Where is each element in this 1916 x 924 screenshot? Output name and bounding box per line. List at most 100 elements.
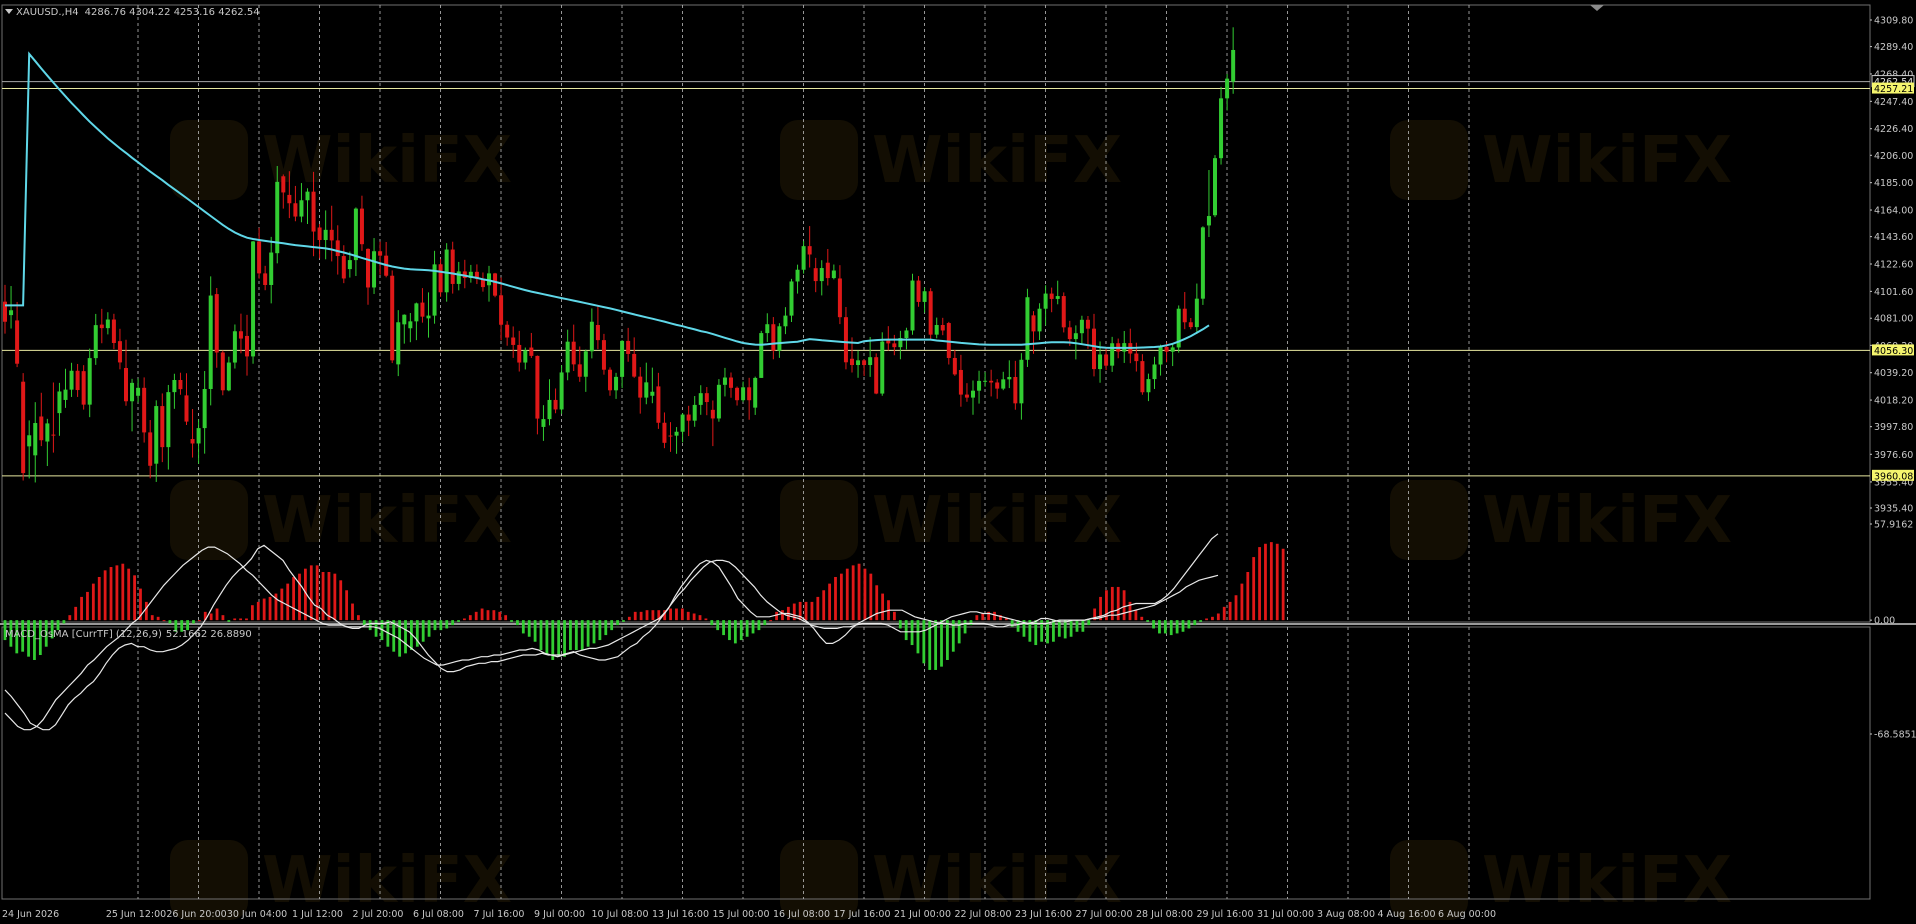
candle-body bbox=[686, 414, 691, 421]
candle-body bbox=[874, 357, 879, 394]
candle-body bbox=[287, 194, 292, 204]
candle-body bbox=[220, 352, 225, 391]
histogram-bar bbox=[710, 620, 714, 626]
candle-body bbox=[305, 191, 310, 201]
histogram-bar bbox=[133, 575, 136, 621]
candle-body bbox=[559, 372, 564, 410]
time-tick-label: 27 Jul 00:00 bbox=[1076, 909, 1133, 920]
candle-body bbox=[148, 432, 153, 466]
macd-tick-label: -68.5851 bbox=[1874, 730, 1916, 741]
histogram-bar bbox=[1258, 547, 1261, 621]
watermark-icon bbox=[170, 840, 248, 920]
histogram-bar bbox=[86, 591, 89, 621]
candle-body bbox=[347, 260, 352, 270]
candle-body bbox=[608, 369, 612, 391]
histogram-bar bbox=[857, 563, 861, 621]
candle-body bbox=[75, 370, 80, 391]
histogram-bar bbox=[368, 620, 372, 631]
histogram-bar bbox=[728, 620, 731, 641]
watermark-logo: WikiFX bbox=[1390, 120, 1732, 200]
histogram-bar bbox=[963, 620, 967, 634]
time-tick-label: 23 Jul 16:00 bbox=[1015, 909, 1072, 920]
histogram-bar bbox=[1216, 613, 1220, 621]
watermark-text: WikiFX bbox=[262, 124, 512, 198]
histogram-bar bbox=[504, 615, 508, 621]
candle-body bbox=[825, 262, 830, 279]
candle-body bbox=[372, 251, 377, 288]
watermark-text: WikiFX bbox=[1482, 484, 1732, 558]
histogram-bar bbox=[822, 590, 826, 621]
histogram-bar bbox=[892, 611, 896, 621]
histogram-bar bbox=[1269, 542, 1273, 621]
histogram-bar bbox=[292, 576, 296, 621]
price-tick-label: 4247.40 bbox=[1874, 97, 1913, 108]
indicator-label: MACD_OsMA [CurrTF] (12,26,9) 52.1662 26.8… bbox=[5, 629, 252, 640]
histogram-bar bbox=[1146, 620, 1150, 622]
candle-body bbox=[910, 280, 915, 331]
histogram-bar bbox=[516, 620, 519, 626]
candle-body bbox=[704, 393, 709, 403]
histogram-bar bbox=[351, 603, 354, 621]
candle-body bbox=[517, 344, 522, 363]
histogram-bar bbox=[427, 620, 431, 637]
watermark-icon bbox=[1390, 120, 1468, 200]
histogram-bar bbox=[1158, 620, 1161, 634]
candle-body bbox=[1079, 319, 1084, 334]
candle-body bbox=[1098, 354, 1103, 370]
watermark-logo: WikiFX bbox=[170, 120, 512, 200]
histogram-bar bbox=[1169, 620, 1173, 636]
candle-body bbox=[789, 281, 794, 316]
histogram-bar bbox=[1240, 583, 1244, 621]
candle-body bbox=[1200, 227, 1205, 299]
candle-body bbox=[650, 391, 655, 396]
candle-body bbox=[1170, 347, 1175, 352]
histogram-bar bbox=[675, 608, 678, 621]
histogram-bar bbox=[298, 573, 301, 621]
time-tick-label: 1 Jul 12:00 bbox=[292, 909, 343, 920]
histogram-bar bbox=[404, 620, 407, 654]
histogram-bar bbox=[1016, 620, 1020, 632]
histogram-bar bbox=[262, 598, 266, 621]
candle-body bbox=[916, 280, 921, 302]
histogram-bar bbox=[716, 620, 720, 631]
time-tick-label: 16 Jul 08:00 bbox=[773, 909, 830, 920]
candle-body bbox=[1194, 298, 1199, 328]
price-tick-label: 4039.20 bbox=[1874, 368, 1913, 379]
candle-body bbox=[117, 341, 122, 363]
candle-body bbox=[208, 295, 213, 389]
histogram-bar bbox=[904, 620, 908, 641]
candle-body bbox=[1025, 297, 1030, 360]
candle-body bbox=[964, 394, 969, 398]
candle-body bbox=[856, 360, 861, 366]
histogram-bar bbox=[315, 565, 319, 621]
candle-body bbox=[795, 269, 800, 282]
candle-body bbox=[958, 369, 963, 395]
histogram-bar bbox=[781, 610, 784, 621]
histogram-bar bbox=[639, 611, 643, 621]
trading-chart[interactable]: WikiFX WikiFX WikiFX WikiFX WikiFX WikiFX Wiki… bbox=[0, 0, 1916, 924]
price-tag-text: 3960.08 bbox=[1874, 471, 1913, 482]
histogram-bar bbox=[256, 601, 260, 621]
candle-body bbox=[716, 384, 721, 419]
candle-body bbox=[668, 435, 673, 437]
histogram-bar bbox=[1010, 620, 1014, 627]
histogram-bar bbox=[1211, 616, 1214, 621]
histogram-bar bbox=[851, 565, 855, 621]
histogram-bar bbox=[286, 583, 290, 621]
time-axis[interactable]: 24 Jun 2026 25 Jun 12:00 26 Jun 20:00 30 Ju… bbox=[2, 909, 1496, 920]
price-tag: 3960.08 bbox=[1872, 469, 1914, 482]
candle-body bbox=[1152, 364, 1157, 380]
candle-body bbox=[753, 377, 758, 408]
price-tag-text: 4257.21 bbox=[1874, 84, 1913, 95]
price-tick-label: 4226.40 bbox=[1874, 124, 1913, 135]
candle-body bbox=[1219, 98, 1224, 159]
histogram-bar bbox=[333, 573, 337, 621]
histogram-bar bbox=[209, 613, 213, 621]
symbol-label: XAUUSD.,H4 4286.76 4304.22 4253.16 4262.5… bbox=[16, 7, 260, 18]
time-tick-label: 9 Jul 00:00 bbox=[534, 909, 585, 920]
candle-body bbox=[1231, 49, 1236, 82]
histogram-bar bbox=[463, 618, 466, 621]
price-tick-label: 3997.80 bbox=[1874, 422, 1913, 433]
candle-body bbox=[402, 314, 407, 325]
time-tick-label: 31 Jul 00:00 bbox=[1257, 909, 1314, 920]
